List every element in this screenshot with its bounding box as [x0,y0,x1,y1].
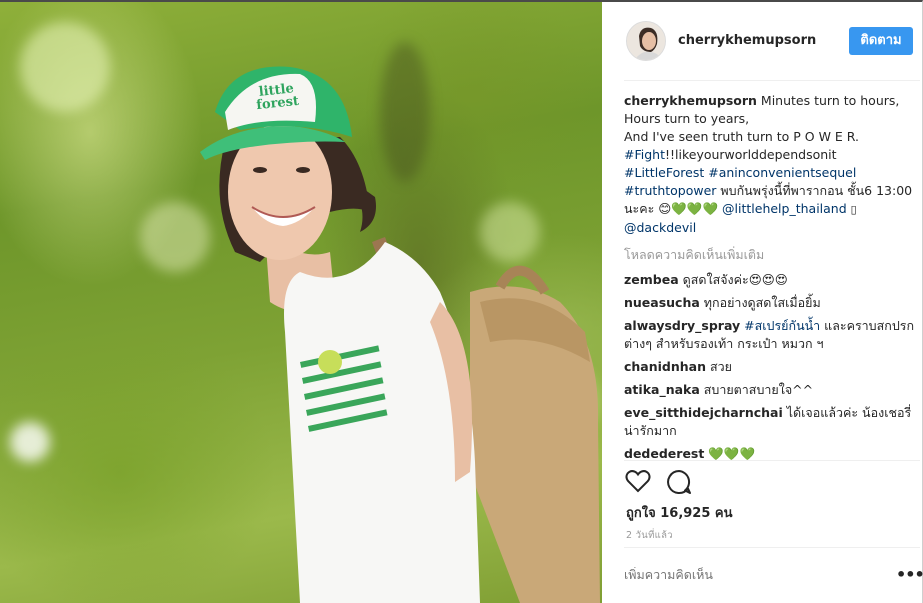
caption-line-1: Minutes turn to hours, [760,93,900,108]
comment-item: eve_sitthidejcharnchai ได้เจอแล้วค่ะ น้อ… [624,404,916,440]
post-timestamp[interactable]: 2 วันที่แล้ว [626,528,673,543]
comment-text: ดูสดใสจังค่ะ😍😍😍 [682,272,788,287]
speech-bubble-icon[interactable] [666,469,692,499]
avatar-image [627,22,665,60]
green-hearts: 💚💚💚 [671,201,719,216]
comment-username[interactable]: chanidnhan [624,359,706,374]
post-sidebar: cherrykhemupsorn ติดตาม cherrykhemupsorn… [602,2,923,603]
comment-username[interactable]: eve_sitthidejcharnchai [624,405,783,420]
comment-item: dedederest 💚💚💚 [624,445,916,460]
hashtag-link[interactable]: #สเปรย์กันน้ำ [744,318,820,333]
divider [624,460,920,461]
more-options-icon[interactable]: ••• [896,565,923,584]
comment-username[interactable]: dedederest [624,446,704,460]
divider [624,547,920,548]
box-glyph: ▯ [850,203,857,216]
comment-item: nueasucha ทุกอย่างดูสดใสเมื่อยิ้ม [624,294,916,312]
caption-line-2: Hours turn to years, [624,111,750,126]
mention-link[interactable]: @dackdevil [624,220,696,235]
comment-text: 💚💚💚 [708,446,756,460]
comment-text: ทุกอย่างดูสดใสเมื่อยิ้ม [703,295,821,310]
hashtag-link[interactable]: #truthtopower [624,183,716,198]
post-photo[interactable]: little forest [0,2,602,603]
comment-item: atika_naka สบายตาสบายใจ^^ [624,381,916,399]
hashtag-link[interactable]: #Fight [624,147,665,162]
comment-username[interactable]: zembea [624,272,679,287]
divider [624,80,920,81]
comment-text: สวย [710,359,732,374]
comment-username[interactable]: nueasucha [624,295,700,310]
comment-item: zembea ดูสดใสจังค่ะ😍😍😍 [624,271,916,289]
add-comment-input[interactable] [624,567,874,582]
comment-username[interactable]: atika_naka [624,382,700,397]
load-more-comments[interactable]: โหลดความคิดเห็นเพิ่มเติม [624,246,916,264]
mention-link[interactable]: @littlehelp_thailand [722,201,847,216]
post-caption: cherrykhemupsorn Minutes turn to hours, … [624,92,916,237]
comment-username[interactable]: alwaysdry_spray [624,318,740,333]
comment-text: สบายตาสบายใจ^^ [703,382,814,397]
avatar[interactable] [626,21,666,61]
heart-outline-icon[interactable] [625,469,651,497]
hashtag-link[interactable]: #LittleForest [624,165,704,180]
comment-item: chanidnhan สวย [624,358,916,376]
header-username[interactable]: cherrykhemupsorn [678,33,816,48]
caption-text: !!likeyourworlddependsonit [665,147,837,162]
post-header: cherrykhemupsorn ติดตาม [602,2,922,80]
comments-section[interactable]: cherrykhemupsorn Minutes turn to hours, … [624,92,916,460]
caption-username[interactable]: cherrykhemupsorn [624,93,757,108]
likes-count[interactable]: ถูกใจ 16,925 คน [626,502,733,523]
hashtag-link[interactable]: #aninconvenientsequel [708,165,856,180]
caption-line-3: And I've seen truth turn to P O W E R. [624,129,860,144]
comment-item: alwaysdry_spray #สเปรย์กันน้ำ และคราบสกป… [624,317,916,353]
follow-button[interactable]: ติดตาม [849,27,913,55]
